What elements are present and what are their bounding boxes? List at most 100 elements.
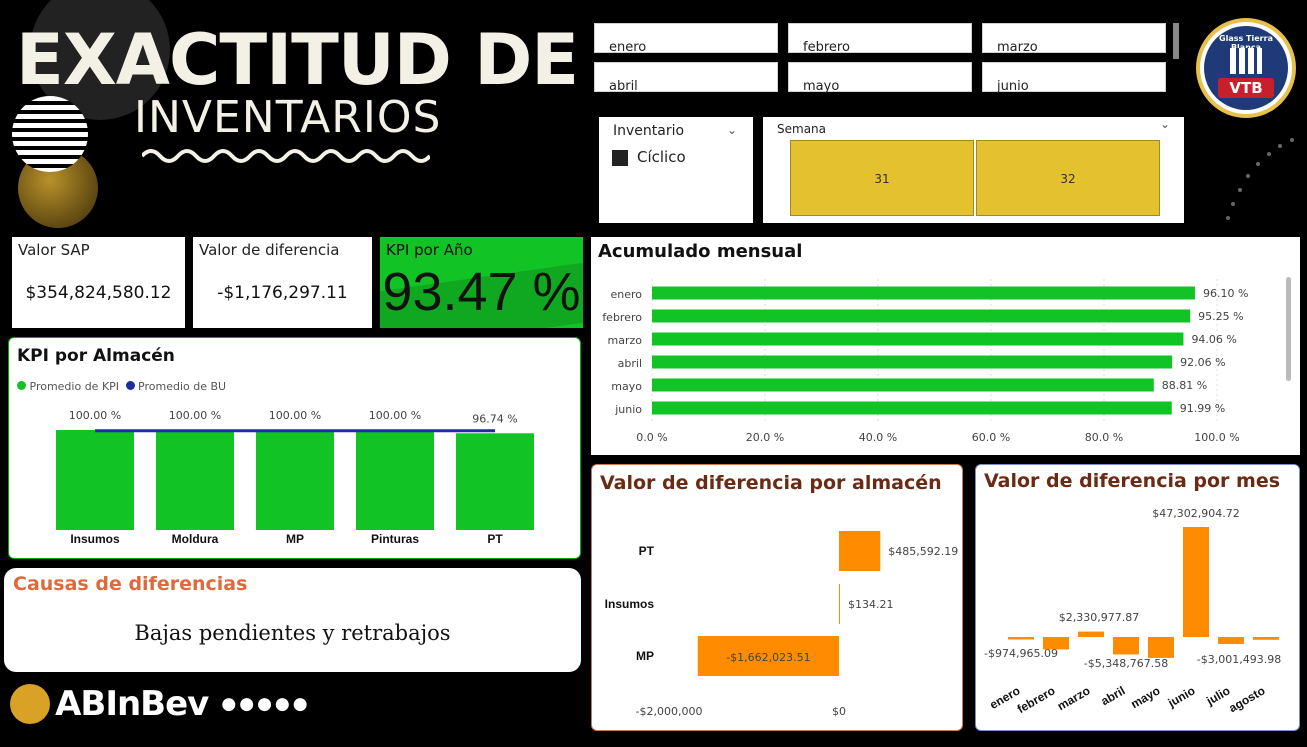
- dif-mes-bar-febrero: [1043, 637, 1069, 650]
- dif-almacen-chart: -$2,000,000 $0 PT $485,592.19 Insumos $134.21…: [605, 531, 958, 718]
- bg-striped-circle: [12, 96, 88, 172]
- causas-text: Bajas pendientes y retrabajos: [134, 621, 451, 645]
- dif-almacen-category-label: Insumos: [605, 597, 655, 611]
- causas-panel: Causas de diferencias Bajas pendientes y…: [4, 568, 581, 672]
- acumulado-x-tick: 40.0 %: [859, 431, 897, 444]
- kpi-category-label: MP: [286, 532, 304, 546]
- kpi-category-label: Insumos: [70, 532, 120, 546]
- kpi-bar-moldura: [156, 430, 234, 530]
- kpi-almacen-panel: KPI por Almacén Promedio de KPI Promedio…: [8, 337, 581, 559]
- acumulado-x-tick: 60.0 %: [972, 431, 1010, 444]
- month-button-marzo[interactable]: marzo: [982, 23, 1166, 55]
- semana-button-31-label: 31: [874, 172, 890, 186]
- acumulado-category-label: enero: [610, 288, 642, 301]
- month-button-junio[interactable]: junio: [982, 62, 1166, 94]
- dif-mes-category-label: junio: [1165, 683, 1198, 710]
- acumulado-category-label: junio: [614, 403, 642, 416]
- vtb-logo-initials: VTB: [1218, 78, 1274, 98]
- dif-almacen-category-label: MP: [636, 649, 654, 663]
- causas-title: Causas de diferencias: [13, 573, 248, 595]
- dif-almacen-x-tick: -$2,000,000: [636, 705, 703, 718]
- acumulado-chart: 0.0 % 20.0 % 40.0 % 60.0 % 80.0 % 100.0 % ener…: [602, 279, 1248, 444]
- dif-almacen-data-label: $134.21: [848, 598, 894, 611]
- month-button-febrero[interactable]: febrero: [788, 23, 972, 55]
- legend-marker-kpi: [17, 381, 26, 390]
- dif-almacen-data-label: $485,592.19: [888, 545, 958, 558]
- acumulado-category-label: mayo: [611, 380, 642, 393]
- dif-mes-bar-marzo: [1078, 631, 1104, 637]
- kpi-label-valor-diferencia: Valor de diferencia: [199, 241, 340, 259]
- dif-mes-bar-agosto: [1253, 637, 1279, 640]
- abinbev-brand: ABInBev: [55, 684, 209, 724]
- semana-slicer-label: Semana: [777, 122, 827, 136]
- month-button-mayo[interactable]: mayo: [788, 62, 972, 94]
- kpi-data-label: 100.00 %: [69, 409, 121, 422]
- dif-almacen-bar-insumos: [839, 584, 840, 624]
- kpi-data-label: 100.00 %: [269, 409, 321, 422]
- kpi-almacen-title: KPI por Almacén: [17, 346, 175, 366]
- acumulado-bar-abril: [652, 355, 1173, 369]
- legend-label-bu: Promedio de BU: [138, 380, 227, 393]
- acumulado-bar-junio: [652, 401, 1172, 415]
- acumulado-data-label: 88.81 %: [1162, 379, 1207, 392]
- dif-mes-category-label: febrero: [1015, 683, 1058, 716]
- acumulado-panel: Acumulado mensual 0.0 % 20.0 % 40.0 % 60.0 …: [591, 237, 1300, 455]
- acumulado-data-label: 92.06 %: [1180, 356, 1225, 369]
- kpi-value-kpi-anio: 93.47 %: [382, 262, 581, 322]
- kpi-bar-insumos: [56, 430, 134, 530]
- dif-mes-category-label: agosto: [1226, 683, 1267, 715]
- checkbox-ciclico[interactable]: [612, 150, 628, 166]
- dif-mes-panel: Valor de diferencia por mes enero -$974,9…: [975, 464, 1300, 731]
- kpi-card-kpi-anio: KPI por Año 93.47 %: [380, 237, 583, 328]
- dif-mes-chart: enero-$974,965.09febreromarzo$2,330,977.…: [984, 507, 1281, 716]
- kpi-bar-mp: [256, 430, 334, 530]
- dif-almacen-data-label: -$1,662,023.51: [726, 651, 810, 664]
- semana-button-31[interactable]: 31: [790, 140, 974, 216]
- acumulado-x-tick: 80.0 %: [1085, 431, 1123, 444]
- dif-mes-bar-julio: [1218, 637, 1244, 644]
- dif-almacen-bar-pt: [839, 531, 881, 571]
- acumulado-bar-enero: [652, 286, 1195, 300]
- acumulado-category-label: febrero: [602, 311, 642, 324]
- acumulado-data-label: 91.99 %: [1180, 402, 1225, 415]
- page-title: EXACTITUD DE: [16, 19, 579, 101]
- kpi-bar-pinturas: [356, 430, 434, 530]
- kpi-data-label: 96.74 %: [472, 412, 517, 425]
- kpi-almacen-chart: 100.00 % Insumos 100.00 % Moldura 100.00 % MP…: [56, 409, 534, 546]
- abinbev-emblem-icon: [10, 684, 50, 724]
- month-button-abril[interactable]: abril: [594, 62, 778, 94]
- dots-decoration: [1226, 138, 1294, 220]
- abinbev-logo: ABInBev ●●●●●: [10, 684, 311, 728]
- dif-almacen-category-label: PT: [639, 544, 655, 558]
- month-slicer-scrollbar[interactable]: [1173, 23, 1179, 59]
- acumulado-x-tick: 20.0 %: [746, 431, 784, 444]
- semana-button-32[interactable]: 32: [976, 140, 1160, 216]
- dif-almacen-x-tick: $0: [832, 705, 846, 718]
- acumulado-scrollbar[interactable]: [1286, 277, 1291, 381]
- kpi-card-valor-diferencia: Valor de diferencia -$1,176,297.11: [193, 237, 372, 328]
- dif-mes-bar-mayo: [1148, 637, 1174, 658]
- acumulado-data-label: 96.10 %: [1203, 287, 1248, 300]
- dif-mes-bar-junio: [1183, 527, 1209, 637]
- dif-mes-data-label: -$5,348,767.58: [1084, 657, 1168, 670]
- dif-mes-category-label: mayo: [1128, 683, 1162, 711]
- kpi-label-kpi-anio: KPI por Año: [386, 241, 473, 259]
- kpi-category-label: Moldura: [172, 532, 219, 546]
- kpi-value-valor-diferencia: -$1,176,297.11: [217, 283, 348, 303]
- acumulado-bar-mayo: [652, 378, 1154, 392]
- chevron-down-icon[interactable]: ⌄: [1160, 117, 1170, 131]
- semana-slicer: Semana ⌄ 31 32: [763, 117, 1184, 223]
- acumulado-bar-febrero: [652, 309, 1191, 323]
- kpi-almacen-legend: Promedio de KPI Promedio de BU: [17, 380, 226, 393]
- month-button-enero[interactable]: enero: [594, 23, 778, 55]
- acumulado-category-label: abril: [618, 357, 642, 370]
- acumulado-data-label: 94.06 %: [1191, 333, 1236, 346]
- page-subtitle: INVENTARIOS: [134, 92, 442, 143]
- acumulado-bar-marzo: [652, 332, 1184, 346]
- kpi-label-valor-sap: Valor SAP: [18, 241, 90, 259]
- kpi-value-valor-sap: $354,824,580.12: [25, 283, 172, 303]
- dif-mes-data-label: -$3,001,493.98: [1197, 653, 1281, 666]
- kpi-data-label: 100.00 %: [369, 409, 421, 422]
- chevron-down-icon[interactable]: ⌄: [727, 123, 737, 137]
- dashboard: EXACTITUD DE INVENTARIOS enero febrero m…: [0, 0, 1307, 747]
